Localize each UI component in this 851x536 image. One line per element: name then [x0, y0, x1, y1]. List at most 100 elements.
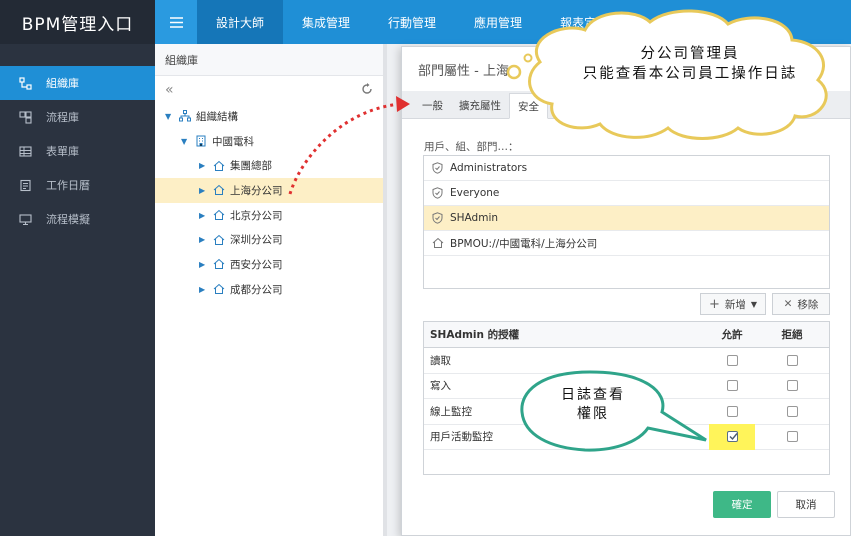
- sidebar-item-forms[interactable]: 表單庫: [0, 134, 155, 168]
- tab-security[interactable]: 安全: [509, 93, 548, 119]
- allow-checkbox-checked[interactable]: [726, 431, 738, 443]
- expand-caret-icon[interactable]: ▼: [181, 137, 191, 146]
- deny-checkbox[interactable]: [786, 380, 798, 392]
- tree-node-label: 深圳分公司: [230, 234, 283, 247]
- expand-caret-icon[interactable]: ▶: [199, 285, 209, 294]
- tab-extended[interactable]: 擴充屬性: [451, 92, 509, 118]
- allow-checkbox[interactable]: [726, 405, 738, 417]
- tree-toolbar: «: [155, 76, 383, 104]
- tree-node-branch[interactable]: ▶ 西安分公司: [155, 252, 383, 277]
- dialog-tabs: 一般 擴充屬性 安全: [402, 91, 850, 119]
- tree-node-label: 組織結構: [196, 110, 238, 123]
- tree-node-label: 集團總部: [230, 160, 272, 173]
- table-icon: [18, 144, 32, 158]
- list-item[interactable]: BPMOU://中國電科/上海分公司: [424, 231, 829, 256]
- department-properties-dialog: 部門屬性 - 上海 一般 擴充屬性 安全 用戶、組、部門…： Administr…: [401, 46, 851, 536]
- home-icon: [213, 209, 225, 221]
- process-icon: [18, 110, 32, 124]
- home-icon: [213, 283, 225, 295]
- org-tree-panel: 組織庫 « ▼ 組織結構 ▼ 中國電科 ▶ 集團總部 ▶ 上海分公司 ▶ 北京分…: [155, 44, 383, 536]
- tree-node-root[interactable]: ▼ 組織結構: [155, 104, 383, 129]
- tree-node-branch-selected[interactable]: ▶ 上海分公司: [155, 178, 383, 203]
- top-tab-mobile[interactable]: 行動管理: [369, 0, 455, 44]
- collapse-icon[interactable]: «: [165, 82, 174, 98]
- panel-title: 組織庫: [155, 44, 383, 76]
- sidebar-item-process[interactable]: 流程庫: [0, 100, 155, 134]
- list-item[interactable]: Administrators: [424, 156, 829, 181]
- sidebar-item-label: 表單庫: [46, 145, 79, 158]
- principals-list: Administrators Everyone SHAdmin BPMOU://…: [423, 155, 830, 289]
- tab-general[interactable]: 一般: [414, 92, 451, 118]
- top-tab-apps[interactable]: 應用管理: [455, 0, 541, 44]
- simulate-icon: [18, 212, 32, 226]
- allow-checkbox[interactable]: [726, 354, 738, 366]
- allow-checkbox[interactable]: [726, 380, 738, 392]
- home-icon: [213, 234, 225, 246]
- table-row: 用戶活動監控: [424, 423, 829, 450]
- top-nav: 設計大師 集成管理 行動管理 應用管理 報表定制: [155, 0, 851, 44]
- tree-node-branch[interactable]: ▶ 北京分公司: [155, 203, 383, 228]
- expand-caret-icon[interactable]: ▶: [199, 235, 209, 244]
- sidebar-nav: 組織庫 流程庫 表單庫 工作日曆 流程模擬: [0, 66, 155, 236]
- list-item-selected[interactable]: SHAdmin: [424, 206, 829, 231]
- sidebar-item-label: 工作日曆: [46, 179, 90, 192]
- tree-node-label: 北京分公司: [230, 209, 283, 222]
- tree-node-branch[interactable]: ▶ 集團總部: [155, 153, 383, 178]
- bubble-callout-text: 日誌查看 權限: [561, 387, 625, 422]
- expand-caret-icon[interactable]: ▶: [199, 260, 209, 269]
- sidebar-item-label: 組織庫: [46, 77, 79, 90]
- sidebar-item-simulate[interactable]: 流程模擬: [0, 202, 155, 236]
- shield-icon: [432, 212, 444, 224]
- tree-node-company[interactable]: ▼ 中國電科: [155, 129, 383, 154]
- table-row: 讀取: [424, 348, 829, 374]
- table-header: SHAdmin 的授權 允許 拒絕: [424, 322, 829, 348]
- tree-node-label: 成都分公司: [230, 283, 283, 296]
- home-icon: [213, 160, 225, 172]
- list-item[interactable]: Everyone: [424, 181, 829, 206]
- building-icon: [195, 135, 207, 147]
- tree-node-label: 西安分公司: [230, 258, 283, 271]
- tree-node-label: 上海分公司: [230, 184, 283, 197]
- sidebar-item-label: 流程庫: [46, 111, 79, 124]
- principals-label: 用戶、組、部門…：: [424, 141, 519, 153]
- remove-button[interactable]: ✕ 移除: [772, 293, 830, 315]
- app-title: BPM管理入口: [0, 0, 155, 44]
- top-tab-reports[interactable]: 報表定制: [541, 0, 627, 44]
- tree-node-branch[interactable]: ▶ 深圳分公司: [155, 227, 383, 252]
- hierarchy-icon: [179, 110, 191, 122]
- deny-checkbox[interactable]: [786, 431, 798, 443]
- highlight-marker: [709, 423, 755, 450]
- list-item-label: Administrators: [450, 162, 528, 174]
- tree-node-branch[interactable]: ▶ 成都分公司: [155, 277, 383, 302]
- shield-icon: [432, 187, 444, 199]
- hamburger-menu-icon[interactable]: [155, 0, 197, 44]
- list-item-label: BPMOU://中國電科/上海分公司: [450, 237, 598, 250]
- sidebar-item-org[interactable]: 組織庫: [0, 66, 155, 100]
- ok-button[interactable]: 確定: [713, 491, 771, 518]
- chevron-down-icon: ▼: [750, 299, 758, 309]
- tree-node-label: 中國電科: [212, 135, 254, 148]
- sidebar: BPM管理入口 組織庫 流程庫 表單庫 工作日曆 流程模擬: [0, 0, 155, 536]
- deny-checkbox[interactable]: [786, 405, 798, 417]
- expand-caret-icon[interactable]: ▶: [199, 186, 209, 195]
- expand-caret-icon[interactable]: ▼: [165, 112, 175, 121]
- expand-caret-icon[interactable]: ▶: [199, 211, 209, 220]
- close-icon: ✕: [783, 298, 793, 310]
- list-item-label: Everyone: [450, 187, 500, 199]
- home-icon: [213, 258, 225, 270]
- sidebar-item-calendar[interactable]: 工作日曆: [0, 168, 155, 202]
- sidebar-item-label: 流程模擬: [46, 213, 90, 226]
- expand-caret-icon[interactable]: ▶: [199, 161, 209, 170]
- refresh-icon[interactable]: [361, 82, 373, 98]
- add-button[interactable]: + 新增 ▼: [700, 293, 766, 315]
- shield-icon: [432, 162, 444, 174]
- plus-icon: +: [708, 296, 720, 312]
- list-item-label: SHAdmin: [450, 212, 499, 224]
- org-icon: [18, 76, 32, 90]
- cloud-callout-text: 分公司管理員 只能查看本公司員工操作日誌: [582, 46, 798, 82]
- panel-splitter[interactable]: [383, 44, 387, 536]
- top-tab-design[interactable]: 設計大師: [197, 0, 284, 44]
- top-tab-integration[interactable]: 集成管理: [283, 0, 369, 44]
- cancel-button[interactable]: 取消: [777, 491, 835, 518]
- deny-checkbox[interactable]: [786, 354, 798, 366]
